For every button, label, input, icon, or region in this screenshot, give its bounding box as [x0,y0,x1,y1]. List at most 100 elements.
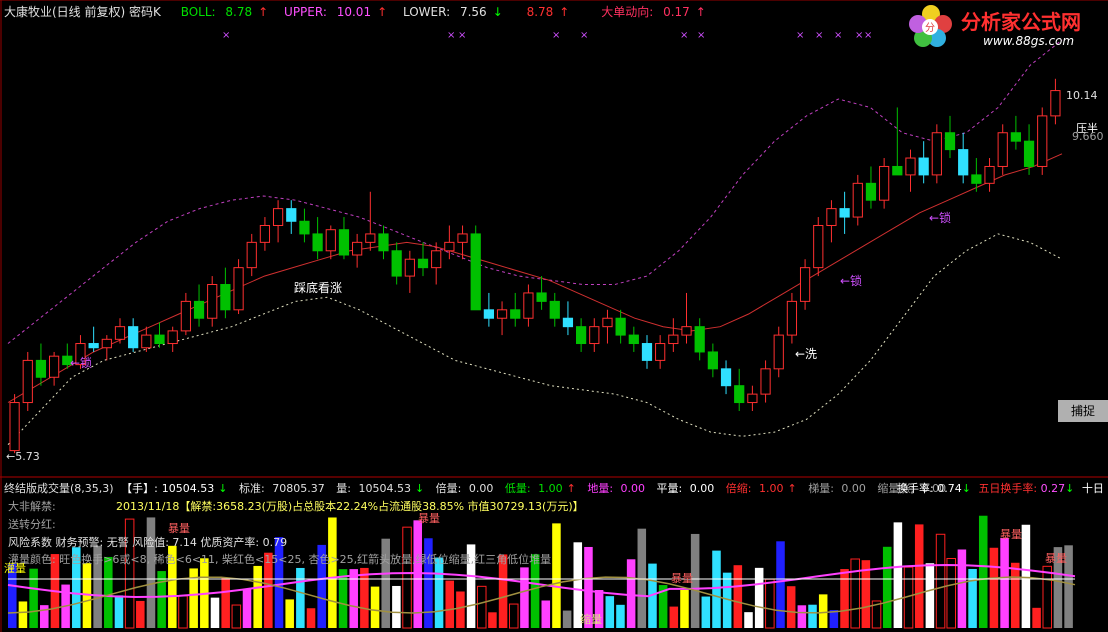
ti-indicator: 梯量: 0.00 [808,482,870,495]
candle-body [576,326,587,345]
lower-arrow: ↓ [492,5,503,19]
boll-arrow: ↑ [258,5,269,19]
volume-bar [797,605,807,628]
signal-x-mark: × [697,30,706,41]
candle-body [944,132,956,151]
candle-body [431,250,442,269]
volume-bar [914,524,924,628]
burst-mark-5: 暴量 [1045,552,1067,565]
stock-title: 大康牧业(日线 前复权) 密码K [4,5,161,19]
volume-bar [733,565,743,628]
volume-bar [957,549,967,628]
candle-body [1050,90,1061,117]
candle-body [444,241,455,252]
volume-bar [626,559,636,628]
signal-x-mark: × [796,30,805,41]
signal-x-mark: × [580,30,589,41]
std-value: 70805.37 [272,482,325,495]
five-indicator: 五日换手率: 0.27↓ [978,482,1074,495]
signal-x-mark: × [855,30,864,41]
candle-body [180,300,191,332]
beisuo-label: 倍缩: [725,482,752,495]
volume-bar [754,567,764,628]
ti-label: 梯量: [808,482,834,495]
risk-text: 风险系数 财务预警: 无警 风险值: 7.14 优质资产率: 0.79 [8,536,288,549]
candle-body [101,338,112,349]
volume-bar [882,546,892,628]
bigorder-label: 大单动向: [601,5,654,19]
volume-bar [370,586,380,628]
capture-button[interactable]: 捕捉 [1058,400,1108,422]
std-indicator: 标准: 70805.37 [239,482,329,495]
volume-bar [242,589,252,628]
note-text: 灌量颜色: 旺色换手>6或<8, 稀色<6<11, 柴红色<15<25, 杏色>… [8,553,552,566]
candle-body [655,343,666,361]
candle-body [734,385,745,404]
turnover-label: 换手率: [897,482,934,495]
candle-body [1023,140,1035,167]
hand-label: 【手】: [121,482,158,495]
price-layer [7,39,1063,454]
candle-body [997,132,1008,167]
pattern-label: 踩底看涨 [294,281,343,295]
volume-bar [562,610,572,628]
vol-label: 量: [336,482,351,495]
volume-bar [968,568,977,628]
candle-body [602,317,613,328]
candle-body [918,157,929,176]
candle-body [852,182,863,218]
dividend-label: 送转分红: [8,518,56,531]
candle-body [88,343,99,349]
volume-bar [541,600,551,628]
candle-body [378,233,389,252]
candle-body [905,157,916,176]
fill-mark: 灌量 [4,562,26,575]
candle-body [470,233,481,311]
lock-label-3: ←锁 [929,211,952,225]
volume-bar [40,605,49,628]
burst-mark-4: 暴量 [1000,528,1022,541]
signal-x-mark: × [680,30,689,41]
candle-body [417,258,429,269]
candle-body [391,250,402,277]
candle-body [207,284,218,319]
extra-value: 8.78 [526,5,554,19]
candle-body [1037,115,1048,167]
candle-body [365,233,376,243]
candle-body [760,368,771,395]
bigorder-arrow: ↑ [695,5,706,19]
volume-bar [744,612,753,628]
five-label: 五日换手率: [978,482,1038,495]
main-header: 大康牧业(日线 前复权) 密码K BOLL: 8.78 ↑ UPPER: 10.0… [4,3,718,20]
volume-bar [1032,607,1041,628]
candle-body [892,165,903,176]
low-label: 低量: [504,482,531,495]
site-logo[interactable]: 分 分析家公式网 www.88gs.com [905,2,1105,54]
candle-body [681,326,692,336]
candle-body [483,309,494,319]
price-mid-label: 9.660 [1072,130,1104,143]
di-label: 地量: [587,482,614,495]
five-value: 0.27 [1040,482,1066,495]
volume-bar [296,567,305,628]
turnover-header: 换手率: 0.74↓ 五日换手率: 0.27↓ 十日 [897,480,1104,496]
beisuo-indicator: 倍缩: 1.00 ↑ [726,482,801,495]
volume-bar [29,568,38,628]
lock-label-2: ←锁 [840,274,863,288]
beisuo-value: 1.00 [758,482,784,495]
volume-bar [349,569,358,628]
candle-body [114,326,126,340]
extra-indicator: 8.78 ↑ [527,5,576,19]
candle-body [523,292,534,319]
candle-body [589,326,600,345]
candle-body [694,326,705,353]
ten-label: 十日 [1081,482,1104,495]
boll-value: 8.78 [225,5,253,19]
volume-bar [392,585,401,628]
volume-bar [1010,562,1020,628]
candle-body [299,220,310,235]
di-value: 0.00 [620,482,646,495]
volume-bar [978,515,988,628]
volume-bar [104,556,113,628]
lock-label-1: ←锁 [70,356,93,370]
